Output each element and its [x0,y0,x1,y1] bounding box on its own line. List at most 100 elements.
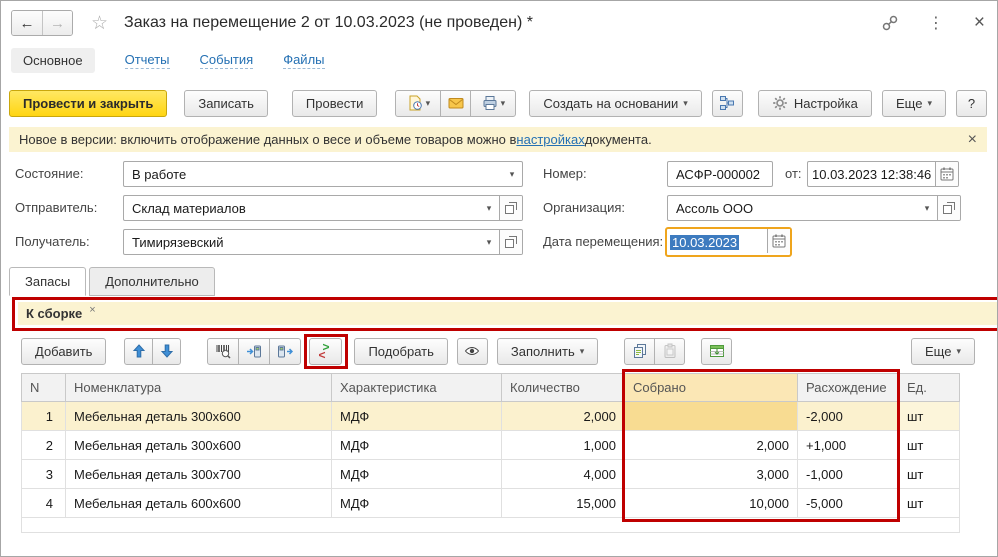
column-header-n: N [21,373,66,402]
move-date-field[interactable]: 10.03.2023 [665,227,792,257]
banner-close-icon[interactable]: × [968,131,977,149]
items-table: N Номенклатура Характеристика Количество… [21,373,960,533]
page-title: Заказ на перемещение 2 от 10.03.2023 (не… [124,14,533,31]
terminal-upload-button[interactable] [238,337,271,365]
terminal-download-button[interactable] [269,337,302,365]
move-down-button[interactable] [152,337,182,365]
nav-item-events[interactable]: События [199,52,254,69]
print-button[interactable]: ▾ [470,89,517,117]
eye-icon [464,343,480,359]
caret-down-icon: ▾ [500,97,506,108]
table-row[interactable]: 2 Мебельная деталь 300x600 МДФ 1,000 2,0… [21,430,960,460]
table-more-button[interactable]: Еще ▾ [911,337,975,365]
move-up-button[interactable] [124,337,154,365]
create-based-on-button[interactable]: Создать на основании ▾ [529,89,702,117]
dropdown-icon[interactable]: ▾ [479,196,499,220]
back-icon: ← [19,14,35,32]
date-field[interactable]: 10.03.2023 12:38:46 [807,161,959,187]
get-link-icon[interactable] [882,15,898,31]
table-row[interactable]: 1 Мебельная деталь 300x600 МДФ 2,000 -2,… [21,401,960,431]
state-field[interactable]: В работе ▾ [123,161,523,187]
save-button[interactable]: Записать [184,89,268,117]
related-documents-button[interactable] [711,89,743,117]
document-clock-icon [407,95,423,111]
add-row-button[interactable]: Добавить [21,337,107,365]
dropdown-icon[interactable]: ▾ [479,230,499,254]
arrow-down-icon [159,343,175,359]
number-field[interactable]: АСФР-000002 [667,161,773,187]
compare-button[interactable]: > < [304,333,349,369]
scanner-group [207,337,302,365]
post-button[interactable]: Провести [291,89,378,117]
tab-additional[interactable]: Дополнительно [89,267,215,296]
table-row[interactable]: 3 Мебельная деталь 300x700 МДФ 4,000 3,0… [21,459,960,489]
help-button[interactable]: ? [956,89,987,117]
printer-icon [482,95,498,111]
date-label: от: [785,166,802,181]
nav-item-reports[interactable]: Отчеты [124,52,170,69]
history-nav-group: ← → [11,10,73,36]
receiver-field[interactable]: Тимирязевский ▾ [123,229,523,255]
fill-button[interactable]: Заполнить ▾ [496,337,599,365]
column-header-collected: Собрано [624,373,798,402]
terminal-download-icon [277,343,294,359]
organization-field[interactable]: Ассоль ООО ▾ [667,195,961,221]
caret-down-icon: ▾ [927,97,932,108]
copy-rows-button[interactable] [624,337,656,365]
dropdown-icon[interactable]: ▾ [502,162,522,186]
caret-down-icon: ▾ [579,345,585,356]
organization-label: Организация: [543,200,626,215]
close-icon[interactable]: × [974,12,985,34]
settings-button[interactable]: Настройка [757,89,872,117]
nav-item-main[interactable]: Основное [11,47,95,73]
open-item-icon[interactable] [937,196,960,220]
number-label: Номер: [543,166,587,181]
envelope-icon [448,95,464,111]
filter-chip-to-assemble[interactable]: К сборке × [12,297,997,331]
banner-settings-link[interactable]: настройках [516,132,584,147]
titlebar: ← → ☆ Заказ на перемещение 2 от 10.03.20… [11,7,985,39]
open-item-icon[interactable] [499,196,522,220]
barcode-scan-button[interactable] [207,337,240,365]
table-settings-icon [709,343,725,359]
caret-down-icon: ▾ [683,97,688,108]
chip-close-icon[interactable]: × [89,304,95,316]
open-item-icon[interactable] [499,230,522,254]
document-window: ← → ☆ Заказ на перемещение 2 от 10.03.20… [0,0,998,557]
dropdown-icon[interactable]: ▾ [917,196,937,220]
column-header-item: Номенклатура [65,373,332,402]
forward-icon: → [50,14,65,32]
mail-button[interactable] [440,89,472,117]
nav-panel: Основное Отчеты События Файлы [11,47,325,73]
pick-items-button[interactable]: Подобрать [354,337,448,365]
nav-item-files[interactable]: Файлы [283,52,325,69]
view-button[interactable] [456,337,488,365]
table-fill-settings-button[interactable] [701,337,733,365]
more-button[interactable]: Еще ▾ [882,89,946,117]
clipboard-group [624,337,686,365]
state-label: Состояние: [15,166,84,181]
paste-rows-button[interactable] [654,337,686,365]
tab-stock[interactable]: Запасы [9,267,87,296]
barcode-scan-icon [215,343,231,359]
calendar-icon[interactable] [935,162,958,186]
back-button[interactable]: ← [12,11,42,35]
postpone-button[interactable]: ▾ [395,89,442,117]
column-header-characteristic: Характеристика [331,373,502,402]
column-header-difference: Расхождение [797,373,899,402]
post-and-close-button[interactable]: Провести и закрыть [9,89,168,117]
annotation-box-chip [12,297,997,331]
table-header-row: N Номенклатура Характеристика Количество… [21,373,960,402]
calendar-icon[interactable] [767,229,790,253]
kebab-menu-icon[interactable]: ⋮ [928,13,944,33]
info-banner: Новое в версии: включить отображение дан… [9,127,987,152]
caret-down-icon: ▾ [956,345,961,356]
favorite-star-icon[interactable]: ☆ [91,12,108,35]
forward-button[interactable]: → [42,11,72,35]
table-toolbar: Добавить > < Подобрать Заполнить ▾ Еще ▾ [21,333,975,369]
selected-date-text: 10.03.2023 [670,234,740,250]
sender-field[interactable]: Склад материалов ▾ [123,195,523,221]
table-row[interactable]: 4 Мебельная деталь 600x600 МДФ 15,000 10… [21,488,960,518]
column-header-unit: Ед. [898,373,960,402]
move-date-label: Дата перемещения: [543,234,664,249]
